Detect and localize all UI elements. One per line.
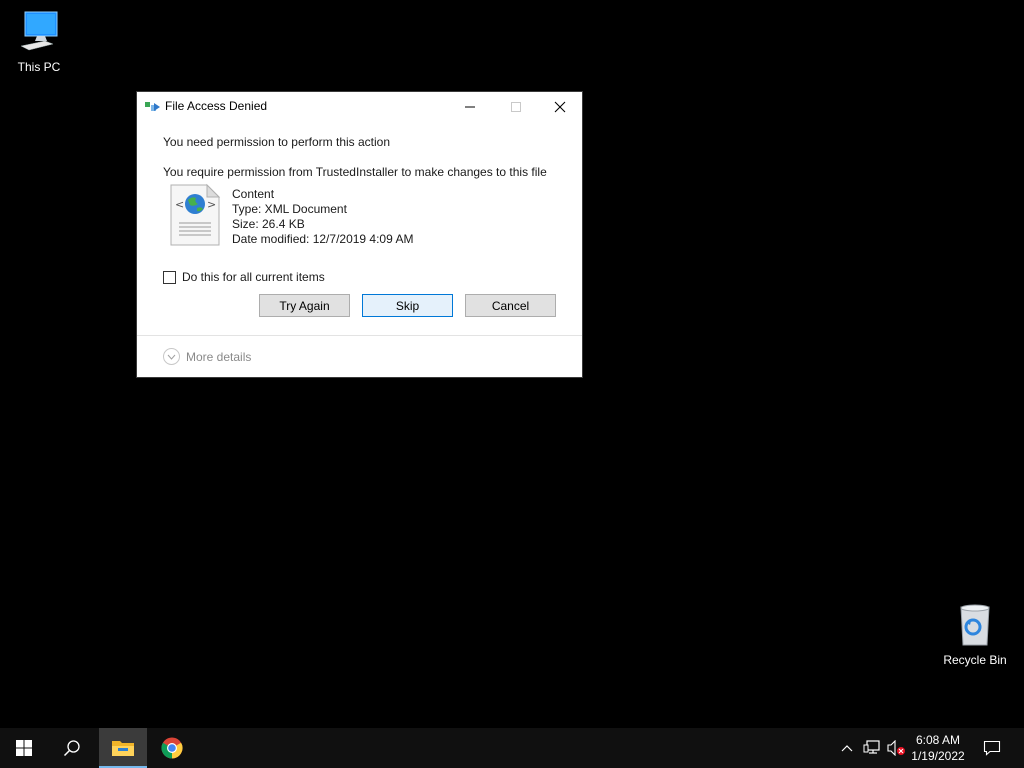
network-icon [863, 740, 880, 754]
volume-muted-icon [887, 740, 905, 756]
recycle-bin-icon [951, 603, 999, 649]
apply-all-checkbox-row[interactable]: Do this for all current items [163, 270, 325, 284]
minimize-button[interactable] [447, 92, 493, 121]
clock-time[interactable]: 6:08 AM [906, 732, 970, 748]
divider [137, 335, 582, 336]
volume-button[interactable] [884, 728, 908, 768]
more-details-label[interactable]: More details [186, 350, 251, 364]
file-info: Content Type: XML Document Size: 26.4 KB… [232, 187, 413, 247]
file-transfer-icon [145, 100, 161, 114]
permission-detail: You require permission from TrustedInsta… [163, 165, 547, 179]
desktop-icon-label: Recycle Bin [943, 653, 1007, 667]
desktop-icon-this-pc[interactable]: This PC [1, 10, 77, 74]
file-type: Type: XML Document [232, 202, 347, 216]
taskbar: 6:08 AM 1/19/2022 [0, 728, 1024, 768]
more-details-toggle[interactable]: More details [163, 348, 251, 365]
maximize-button [493, 92, 539, 121]
search-button[interactable] [48, 728, 96, 768]
skip-button[interactable]: Skip [362, 294, 453, 317]
network-button[interactable] [860, 728, 884, 768]
notification-icon [983, 740, 1001, 756]
taskbar-clock[interactable]: 6:08 AM 1/19/2022 [906, 732, 970, 764]
dialog-title: File Access Denied [165, 99, 268, 113]
xml-document-icon: < > [169, 183, 221, 247]
cancel-button[interactable]: Cancel [465, 294, 556, 317]
clock-date[interactable]: 1/19/2022 [906, 748, 970, 764]
desktop-icon-label: This PC [17, 60, 61, 74]
file-name: Content [232, 187, 275, 201]
windows-logo-icon [16, 740, 32, 756]
chevron-up-icon [841, 745, 853, 752]
apply-all-label[interactable]: Do this for all current items [182, 270, 325, 284]
desktop-icon-recycle-bin[interactable]: Recycle Bin [937, 603, 1013, 667]
start-button[interactable] [0, 728, 48, 768]
this-pc-icon [15, 10, 63, 56]
action-center-button[interactable] [976, 728, 1008, 768]
try-again-button[interactable]: Try Again [259, 294, 350, 317]
file-date-modified: Date modified: 12/7/2019 4:09 AM [232, 232, 414, 246]
permission-message: You need permission to perform this acti… [163, 135, 391, 149]
minimize-icon [465, 106, 475, 107]
svg-text:<: < [175, 198, 184, 211]
show-hidden-icons-button[interactable] [836, 728, 858, 768]
desktop: This PC Recycle Bin File Access Denied Y… [0, 0, 1024, 728]
file-explorer-icon [112, 741, 134, 756]
close-icon [554, 101, 566, 112]
taskbar-chrome[interactable] [148, 728, 196, 768]
chrome-icon [161, 737, 183, 759]
maximize-icon [511, 101, 521, 112]
chevron-down-icon[interactable] [163, 348, 180, 365]
dialog-titlebar[interactable]: File Access Denied [137, 92, 582, 121]
apply-all-checkbox[interactable] [163, 270, 176, 284]
search-icon [63, 740, 80, 757]
svg-text:>: > [207, 198, 216, 211]
taskbar-file-explorer[interactable] [99, 728, 147, 768]
close-button[interactable] [537, 92, 583, 121]
file-access-denied-dialog: File Access Denied You need permission t… [136, 91, 583, 378]
file-size: Size: 26.4 KB [232, 217, 305, 231]
